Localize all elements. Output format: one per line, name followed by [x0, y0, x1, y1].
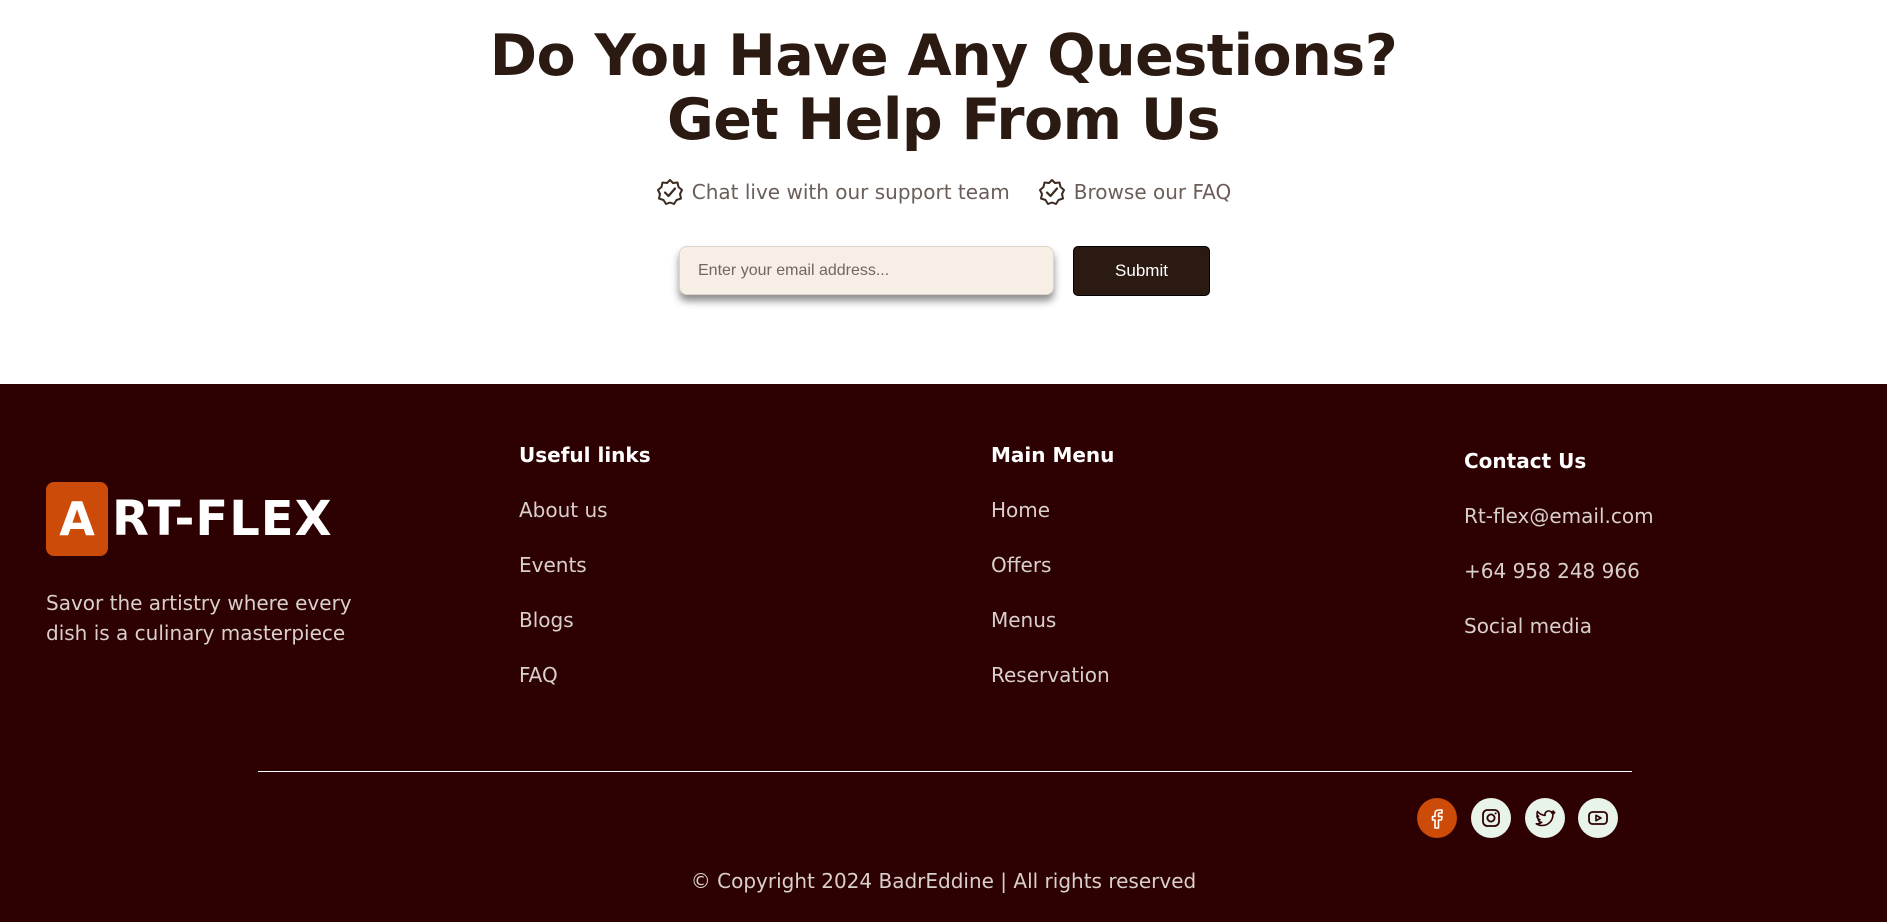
contact-email[interactable]: Rt-flex@email.com — [1464, 504, 1654, 528]
facebook-link[interactable] — [1417, 798, 1457, 838]
feature-browse-faq: Browse our FAQ — [1038, 178, 1231, 206]
instagram-icon — [1482, 809, 1500, 827]
twitter-link[interactable] — [1525, 798, 1565, 838]
contact-phone[interactable]: +64 958 248 966 — [1464, 559, 1640, 583]
contact-heading: Contact Us — [1464, 449, 1587, 473]
link-home[interactable]: Home — [991, 498, 1050, 522]
instagram-link[interactable] — [1471, 798, 1511, 838]
feature-label: Browse our FAQ — [1073, 180, 1232, 204]
link-events[interactable]: Events — [519, 553, 587, 577]
badge-check-icon — [656, 179, 683, 205]
site-footer — [0, 384, 1887, 922]
badge-check-icon — [1038, 179, 1065, 205]
section-title-line1: Do You Have Any Questions? — [489, 23, 1398, 89]
contact-column: Contact Us Rt-flex@email.com +64 958 248… — [1464, 449, 1654, 638]
main-menu-column: Main Menu Home Offers Menus Reservation — [991, 443, 1115, 687]
feature-label: Chat live with our support team — [691, 180, 1010, 204]
link-menus[interactable]: Menus — [991, 608, 1056, 632]
feature-list: Chat live with our support team Browse o… — [0, 178, 1887, 206]
feature-chat-support: Chat live with our support team — [656, 178, 1010, 206]
submit-button[interactable]: Submit — [1073, 246, 1210, 296]
useful-links-column: Useful links About us Events Blogs FAQ — [519, 443, 651, 687]
logo-text: RT-FLEX — [112, 491, 333, 547]
brand-tagline: Savor the artistry where every dish is a… — [46, 591, 352, 645]
link-faq[interactable]: FAQ — [519, 663, 558, 687]
footer-divider — [258, 771, 1632, 772]
main-menu-heading: Main Menu — [991, 443, 1115, 467]
link-offers[interactable]: Offers — [991, 553, 1051, 577]
questions-section: Do You Have Any Questions? Get Help From… — [0, 0, 1887, 384]
link-reservation[interactable]: Reservation — [991, 663, 1110, 687]
contact-social-media[interactable]: Social media — [1464, 614, 1592, 638]
email-input[interactable] — [679, 246, 1054, 295]
youtube-icon — [1588, 811, 1608, 825]
link-about-us[interactable]: About us — [519, 498, 608, 522]
copyright-text: © Copyright 2024 BadrEddine | All rights… — [690, 869, 1197, 893]
youtube-link[interactable] — [1578, 798, 1618, 838]
useful-links-heading: Useful links — [519, 443, 651, 467]
section-title-line2: Get Help From Us — [666, 87, 1221, 153]
twitter-icon — [1535, 810, 1556, 827]
logo-badge: A — [46, 482, 108, 556]
link-blogs[interactable]: Blogs — [519, 608, 574, 632]
brand-logo[interactable]: A RT-FLEX — [46, 482, 333, 556]
facebook-icon — [1431, 809, 1443, 829]
